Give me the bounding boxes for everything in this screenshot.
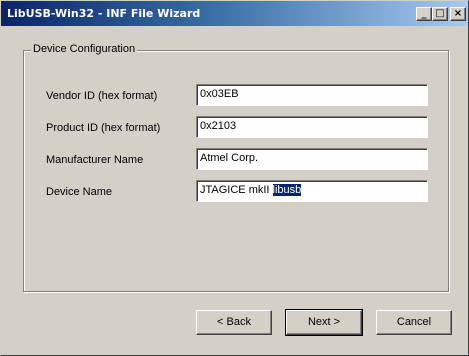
device-name-label: Device Name bbox=[46, 186, 113, 198]
next-button[interactable]: Next > bbox=[285, 309, 363, 336]
manufacturer-name-label: Manufacturer Name bbox=[46, 154, 144, 166]
close-button[interactable]: × bbox=[450, 7, 466, 21]
back-button[interactable]: < Back bbox=[196, 310, 272, 335]
maximize-button[interactable]: □ bbox=[432, 7, 448, 21]
device-name-value: JTAGICE mkII bbox=[200, 184, 273, 196]
group-title: Device Configuration bbox=[31, 43, 138, 55]
product-id-field[interactable]: 0x2103 bbox=[196, 116, 428, 138]
product-id-value: 0x2103 bbox=[200, 120, 237, 132]
cancel-button[interactable]: Cancel bbox=[376, 310, 452, 335]
maximize-icon: □ bbox=[435, 8, 445, 19]
close-icon: × bbox=[453, 8, 463, 19]
product-id-label: Product ID (hex format) bbox=[46, 122, 161, 134]
title-bar[interactable]: LibUSB-Win32 - INF File Wizard _ □ × bbox=[1, 1, 468, 26]
manufacturer-name-value: Atmel Corp. bbox=[200, 152, 259, 164]
window-title: LibUSB-Win32 - INF File Wizard bbox=[7, 7, 201, 20]
inf-wizard-window: LibUSB-Win32 - INF File Wizard _ □ × Dev… bbox=[0, 0, 469, 356]
device-name-field[interactable]: JTAGICE mkII libusb bbox=[196, 180, 428, 202]
minimize-icon: _ bbox=[421, 8, 427, 19]
device-name-selected-text: libusb bbox=[272, 184, 302, 196]
vendor-id-label: Vendor ID (hex format) bbox=[46, 90, 158, 102]
minimize-button[interactable]: _ bbox=[416, 7, 432, 21]
manufacturer-name-field[interactable]: Atmel Corp. bbox=[196, 148, 428, 170]
vendor-id-field[interactable]: 0x03EB bbox=[196, 84, 428, 106]
vendor-id-value: 0x03EB bbox=[200, 88, 239, 100]
